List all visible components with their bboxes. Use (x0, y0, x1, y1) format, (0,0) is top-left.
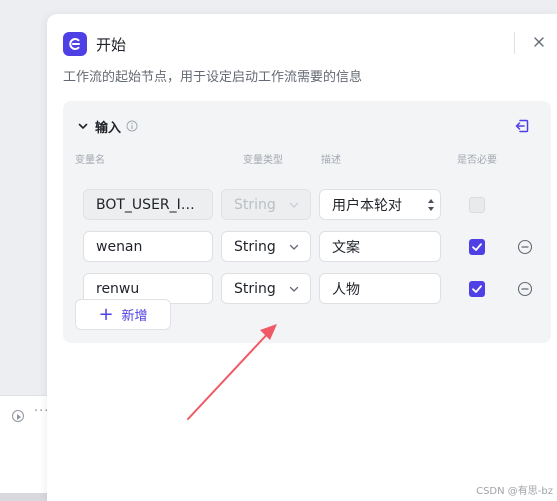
input-section: 输入 变量名 变量类型 描述 是否必要 BOT_USER_I… String 用… (63, 101, 551, 343)
variable-type-value: String (234, 238, 276, 255)
variable-desc-value: 文案 (332, 239, 360, 256)
variable-desc-field[interactable]: 文案 (319, 231, 441, 262)
start-node-icon (63, 32, 87, 56)
required-checkbox (469, 197, 485, 213)
required-checkbox[interactable] (469, 239, 485, 255)
chevron-down-icon[interactable] (77, 120, 89, 132)
variable-name-field: BOT_USER_I… (83, 189, 213, 220)
variable-type-select[interactable]: String (221, 273, 311, 304)
variable-desc-value: 人物 (332, 281, 360, 298)
column-header-required: 是否必要 (457, 155, 497, 166)
input-section-title: 输入 (95, 120, 122, 136)
checkmark-icon (472, 285, 482, 293)
variable-type-value: String (234, 280, 276, 297)
variable-name-value: wenan (96, 238, 143, 255)
variable-type-select[interactable]: String (221, 231, 311, 262)
panel-description: 工作流的起始节点，用于设定启动工作流需要的信息 (63, 70, 363, 85)
info-icon[interactable] (126, 120, 138, 132)
variable-name-value: BOT_USER_I… (96, 196, 195, 213)
panel-header: 开始 (63, 32, 126, 56)
chevron-down-icon (289, 202, 299, 208)
column-header-name: 变量名 (75, 155, 105, 166)
spinner-icon[interactable] (427, 195, 435, 215)
remove-row-icon[interactable] (517, 281, 533, 297)
variable-type-value: String (234, 196, 276, 213)
annotation-arrow (187, 324, 277, 420)
close-icon[interactable] (531, 34, 547, 50)
required-checkbox[interactable] (469, 281, 485, 297)
chevron-down-icon (289, 286, 299, 292)
panel-title: 开始 (96, 35, 127, 54)
column-header-type: 变量类型 (243, 155, 283, 166)
header-divider (514, 32, 515, 54)
remove-row-icon[interactable] (517, 239, 533, 255)
variable-name-value: renwu (96, 280, 140, 297)
chevron-down-icon (289, 244, 299, 250)
variable-name-field[interactable]: wenan (83, 231, 213, 262)
plus-icon: + (98, 303, 114, 325)
node-config-panel: 开始 工作流的起始节点，用于设定启动工作流需要的信息 输入 变量名 变量类型 描… (47, 14, 557, 501)
import-variable-icon[interactable] (514, 118, 530, 134)
variable-desc-field[interactable]: 用户本轮对 (319, 189, 441, 220)
watermark: CSDN @有思-bz (476, 486, 553, 497)
add-variable-button[interactable]: + 新增 (75, 299, 171, 330)
checkmark-icon (472, 243, 482, 251)
input-section-header[interactable]: 输入 (77, 116, 138, 136)
add-variable-label: 新增 (121, 309, 148, 324)
variable-desc-field[interactable]: 人物 (319, 273, 441, 304)
variable-desc-value: 用户本轮对 (332, 197, 402, 214)
variable-type-select: String (221, 189, 311, 220)
play-icon[interactable] (12, 410, 24, 422)
column-header-desc: 描述 (321, 155, 341, 166)
